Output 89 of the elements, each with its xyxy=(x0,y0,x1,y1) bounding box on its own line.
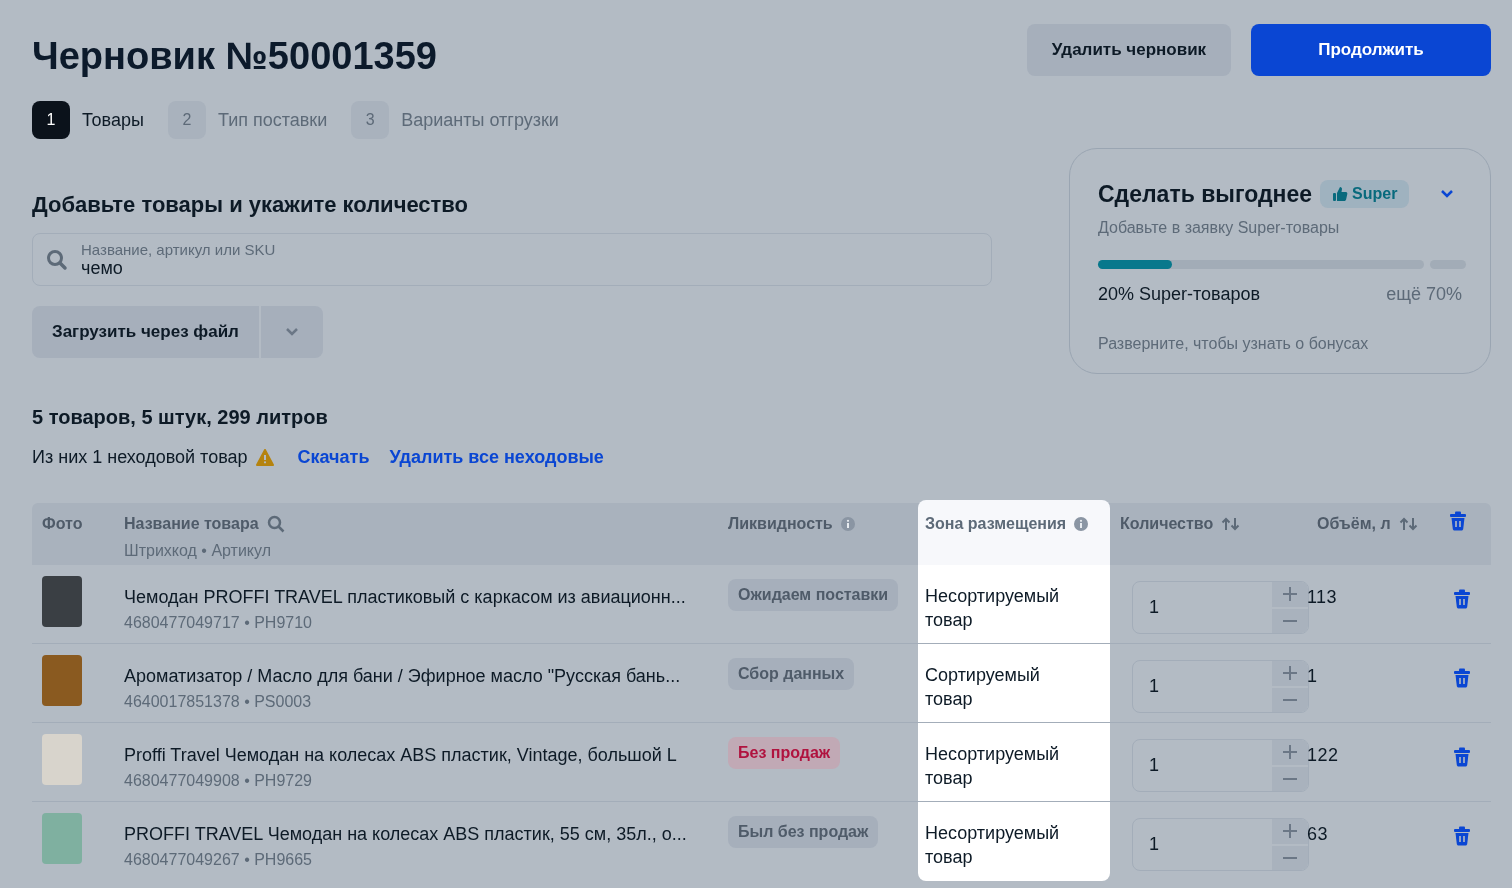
info-icon xyxy=(840,517,855,531)
quantity-stepper[interactable]: 1 xyxy=(1132,581,1309,634)
minus-icon xyxy=(1282,776,1298,781)
trash-icon[interactable] xyxy=(1453,747,1471,767)
minus-icon xyxy=(1282,618,1298,623)
continue-button[interactable]: Продолжить xyxy=(1251,24,1491,76)
column-header: Фото xyxy=(42,514,83,534)
minus-button[interactable] xyxy=(1272,766,1308,791)
column-header: Название товара xyxy=(124,514,259,534)
column-header: Зона размещения xyxy=(925,514,1067,534)
liquidity-tag: Без продаж xyxy=(728,737,841,769)
search-input[interactable]: чемо xyxy=(81,257,681,278)
plus-button[interactable] xyxy=(1272,661,1308,686)
column-subheader: Штрихкод • Артикул xyxy=(124,541,273,561)
zone-text: Несортируемый товар xyxy=(925,743,1061,790)
volume-value: 1 xyxy=(1307,666,1318,686)
info-icon xyxy=(1074,517,1089,531)
page-title: Черновик №50001359 xyxy=(32,34,437,79)
chevron-down-icon[interactable] xyxy=(1440,189,1454,200)
promo-subtitle: Добавьте в заявку Super-товары xyxy=(1098,217,1341,238)
search-placeholder: Название, артикул или SKU xyxy=(81,241,277,258)
upload-file-button[interactable]: Загрузить через файл xyxy=(32,306,259,358)
search-icon[interactable] xyxy=(266,515,285,533)
sort-icon[interactable] xyxy=(1221,517,1242,531)
quantity-input[interactable]: 1 xyxy=(1133,661,1272,712)
plus-button[interactable] xyxy=(1272,740,1308,765)
plus-icon xyxy=(1282,823,1298,840)
photo-placeholder xyxy=(42,813,82,864)
plus-icon xyxy=(1282,665,1298,682)
minus-button[interactable] xyxy=(1272,687,1308,712)
product-name[interactable]: Ароматизатор / Масло для бани / Эфирное масло "Русская бань... xyxy=(124,663,708,690)
plus-button[interactable] xyxy=(1272,819,1308,844)
promo-title: Сделать выгоднее xyxy=(1098,180,1313,209)
trash-icon[interactable] xyxy=(1453,589,1471,609)
step-tab[interactable]: 1 Товары xyxy=(32,101,144,139)
link[interactable]: Скачать xyxy=(297,444,370,471)
column-header: Ликвидность xyxy=(728,514,833,534)
liquidity-tag: Сбор данных xyxy=(728,658,855,690)
progress-label: 20% Super-товаров xyxy=(1098,282,1261,306)
volume-value: 113 xyxy=(1307,587,1338,607)
plus-icon xyxy=(1282,744,1298,761)
link[interactable]: Удалить все неходовые xyxy=(389,444,604,471)
trash-icon[interactable] xyxy=(1449,511,1467,531)
chevron-down-icon xyxy=(284,327,299,337)
thumbs-up-icon xyxy=(1332,186,1349,203)
minus-button[interactable] xyxy=(1272,845,1308,870)
product-name[interactable]: Proffi Travel Чемодан на колесах ABS пластик, Vintage, большой L xyxy=(124,742,708,769)
volume-value: 63 xyxy=(1307,824,1328,844)
barcode-and-article: 4680477049267 • PH9665 xyxy=(124,850,313,870)
barcode-and-article: 4680477049908 • PH9729 xyxy=(124,771,313,791)
zone-text: Сортируемый товар xyxy=(925,664,1041,711)
product-name[interactable]: Чемодан PROFFI TRAVEL пластиковый с каркасом из авиационн... xyxy=(124,584,708,611)
quantity-input[interactable]: 1 xyxy=(1133,582,1272,633)
photo-placeholder xyxy=(42,576,82,627)
liquidity-tag: Ожидаем поставки xyxy=(728,579,899,611)
search-field[interactable]: Название, артикул или SKU чемо xyxy=(32,233,992,286)
liquidity-tag: Был без продаж xyxy=(728,816,879,848)
notice-text: Из них 1 неходовой товар xyxy=(32,446,248,469)
remaining-label: ещё 70% xyxy=(1386,282,1462,306)
quantity-input[interactable]: 1 xyxy=(1133,819,1272,870)
column-header: Объём, л xyxy=(1317,514,1391,534)
plus-button[interactable] xyxy=(1272,582,1308,607)
warning-icon xyxy=(255,449,274,466)
quantity-stepper[interactable]: 1 xyxy=(1132,660,1309,713)
promo-hint: Разверните, чтобы узнать о бонусах xyxy=(1098,333,1370,354)
minus-icon xyxy=(1282,855,1298,860)
zone-text: Несортируемый товар xyxy=(925,585,1061,632)
section-title: Добавьте товары и укажите количество xyxy=(32,191,470,219)
zone-text: Несортируемый товар xyxy=(925,822,1061,869)
minus-icon xyxy=(1282,697,1298,702)
product-name[interactable]: PROFFI TRAVEL Чемодан на колесах ABS пластик, 55 см, 35л., о... xyxy=(124,821,708,848)
barcode-and-article: 4640017851378 • PS0003 xyxy=(124,692,313,712)
trash-icon[interactable] xyxy=(1453,826,1471,846)
trash-icon[interactable] xyxy=(1453,668,1471,688)
quantity-stepper[interactable]: 1 xyxy=(1132,739,1309,792)
volume-value: 122 xyxy=(1307,745,1339,765)
plus-icon xyxy=(1282,586,1298,603)
search-icon xyxy=(45,247,69,272)
barcode-and-article: 4680477049717 • PH9710 xyxy=(124,613,313,633)
quantity-stepper[interactable]: 1 xyxy=(1132,818,1309,871)
quantity-input[interactable]: 1 xyxy=(1133,740,1272,791)
minus-button[interactable] xyxy=(1272,608,1308,633)
photo-placeholder xyxy=(42,655,82,706)
column-header: Количество xyxy=(1120,514,1214,534)
photo-placeholder xyxy=(42,734,82,785)
summary-text: 5 товаров, 5 штук, 299 литров xyxy=(32,405,329,430)
delete-draft-button[interactable]: Удалить черновик xyxy=(1027,24,1231,76)
sort-icon[interactable] xyxy=(1398,517,1419,531)
super-badge: Super xyxy=(1320,180,1410,209)
